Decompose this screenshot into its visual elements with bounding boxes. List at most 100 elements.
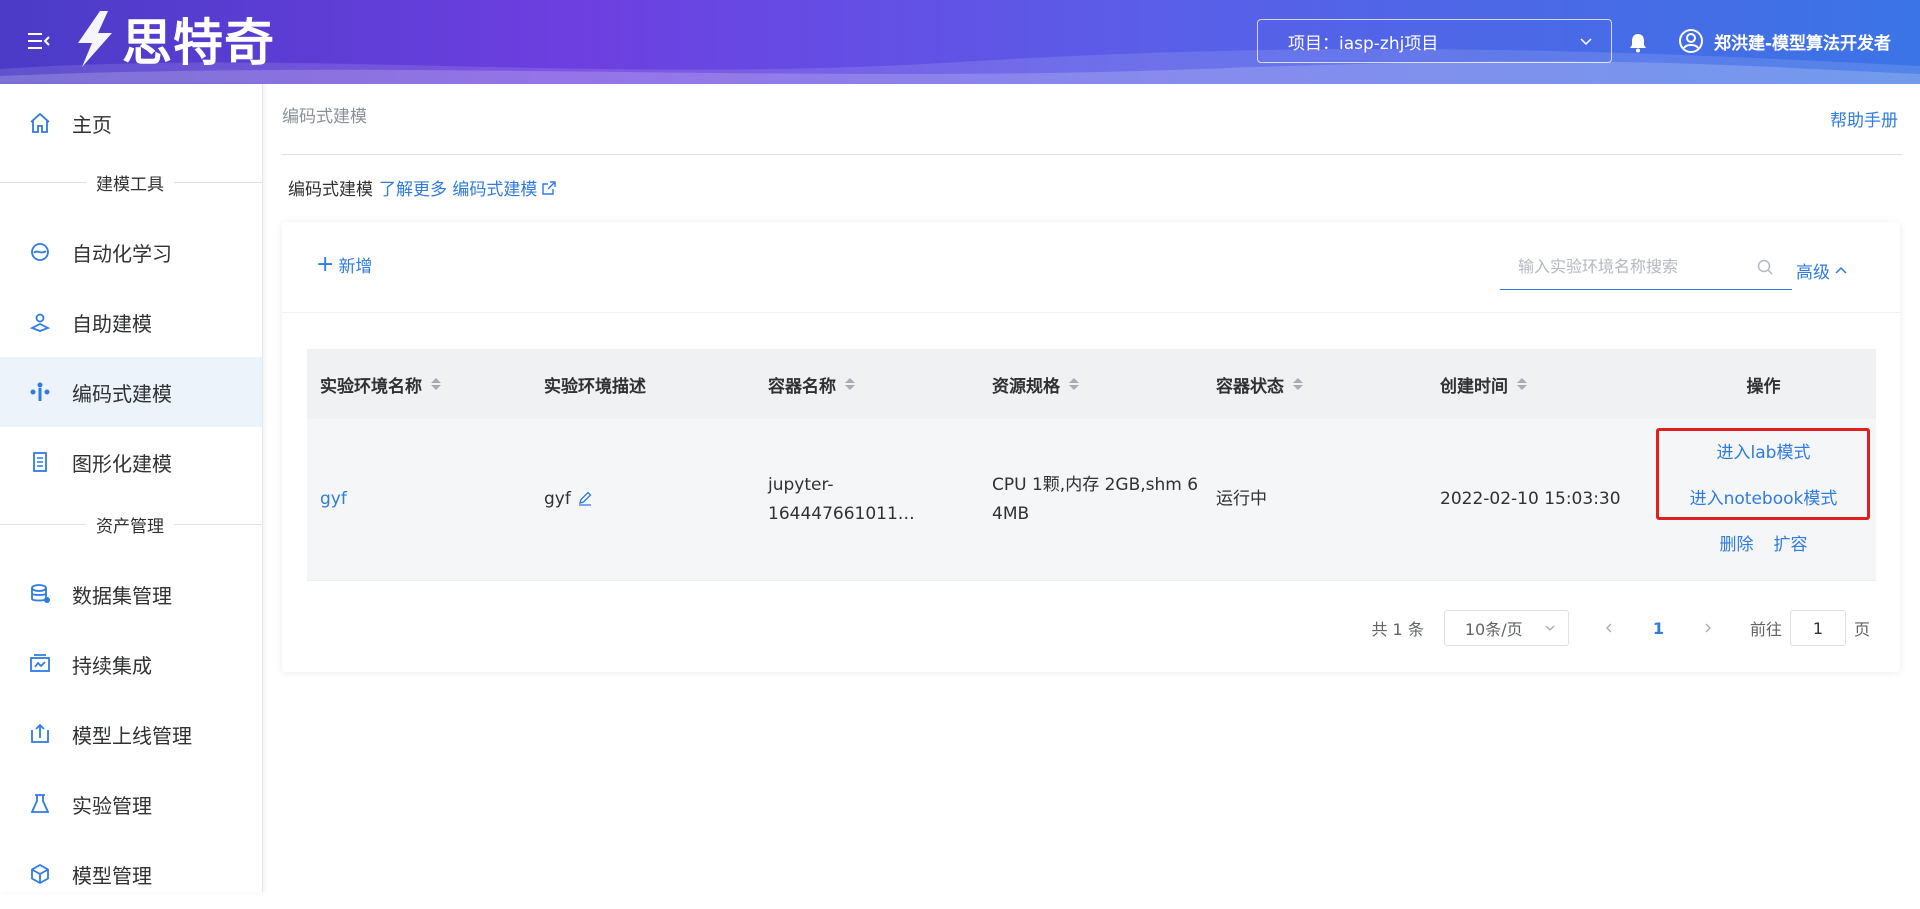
page-suffix: 页 — [1853, 620, 1870, 639]
search-box — [1500, 244, 1792, 290]
sidebar-item-label: 实验管理 — [72, 793, 152, 818]
intro-text: 编码式建模 — [288, 180, 373, 200]
chevron-left-icon — [1605, 623, 1612, 633]
sidebar-item-label: 主页 — [72, 112, 112, 137]
column-header-actions: 操作 — [1746, 376, 1781, 397]
delete-link[interactable]: 删除 — [1720, 524, 1754, 569]
toolbar-divider — [282, 312, 1900, 313]
help-manual-link[interactable]: 帮助手册 — [1830, 106, 1898, 131]
sidebar-item-deploy[interactable]: 模型上线管理 — [0, 699, 262, 769]
pagination: 共 1 条 10条/页 1 前往 页 — [1371, 610, 1870, 646]
expand-capacity-link[interactable]: 扩容 — [1774, 524, 1808, 569]
header-divider — [282, 154, 1902, 155]
sidebar-item-ci[interactable]: 持续集成 — [0, 629, 262, 699]
dataset-icon — [31, 584, 50, 603]
advanced-label: 高级 — [1796, 263, 1830, 283]
sort-icon[interactable] — [1293, 378, 1303, 390]
environment-list-card: + 新增 高级 实验环境名称 实验环境描述 容器名称 — [282, 222, 1900, 672]
sidebar-item-home[interactable]: 主页 — [0, 88, 262, 158]
next-page-button[interactable] — [1694, 614, 1722, 642]
project-select[interactable]: 项目：iasp-zhj项目 — [1257, 19, 1612, 63]
column-header-name[interactable]: 实验环境名称 — [307, 372, 531, 397]
page-size-select[interactable]: 10条/页 — [1443, 610, 1569, 646]
cell-status: 运行中 — [1216, 489, 1267, 509]
sort-icon[interactable] — [1069, 378, 1079, 390]
pagination-total: 共 1 条 — [1371, 620, 1424, 639]
model-icon — [31, 863, 49, 885]
cell-spec: CPU 1颗,内存 2GB,shm 6 4MB — [979, 471, 1203, 529]
ci-icon — [30, 654, 50, 672]
automl-icon — [31, 243, 49, 261]
sidebar-item-model[interactable]: 模型管理 — [0, 839, 262, 909]
column-header-container[interactable]: 容器名称 — [755, 372, 979, 397]
column-header-status[interactable]: 容器状态 — [1203, 372, 1427, 397]
sidebar-group-label: 资产管理 — [96, 516, 164, 537]
sidebar-group-modeling-tools: 建模工具 — [0, 172, 262, 195]
prev-page-button[interactable] — [1595, 614, 1623, 642]
chevron-right-icon — [1705, 623, 1711, 633]
sidebar-item-self-modeling[interactable]: 自助建模 — [0, 287, 262, 357]
sidebar-group-asset-management: 资产管理 — [0, 514, 262, 537]
user-menu[interactable]: 郑洪建-模型算法开发者 — [1678, 28, 1891, 54]
sort-icon[interactable] — [1517, 378, 1527, 390]
description-text: gyf — [544, 489, 571, 509]
user-avatar-icon — [1679, 29, 1703, 53]
sidebar-item-label: 持续集成 — [72, 653, 152, 678]
column-header-spec[interactable]: 资源规格 — [979, 372, 1203, 397]
search-icon[interactable] — [1756, 258, 1774, 276]
chevron-up-icon — [1835, 266, 1847, 274]
spec-line-2: 4MB — [992, 503, 1030, 524]
table-header: 实验环境名称 实验环境描述 容器名称 资源规格 容器状态 创建时间 操作 — [307, 349, 1876, 419]
sidebar-item-label: 编码式建模 — [72, 381, 172, 406]
menu-fold-icon[interactable] — [28, 32, 50, 50]
goto-page-input[interactable] — [1789, 610, 1846, 646]
sort-icon[interactable] — [845, 378, 855, 390]
code-modeling-icon — [30, 382, 50, 401]
cell-name: gyf — [307, 485, 531, 514]
graphical-modeling-icon — [33, 452, 47, 472]
brand-logo[interactable]: 思特奇 — [70, 6, 275, 72]
chevron-down-icon — [1545, 625, 1555, 631]
table-row: gyf gyf jupyter-164447661011… CPU 1颗,内存 … — [307, 419, 1876, 581]
add-button[interactable]: + 新增 — [316, 252, 372, 277]
sidebar-item-graphical-modeling[interactable]: 图形化建模 — [0, 427, 262, 497]
sidebar-item-dataset[interactable]: 数据集管理 — [0, 559, 262, 629]
home-icon — [30, 112, 50, 133]
logo-mark-icon — [78, 11, 112, 67]
bell-icon[interactable] — [1627, 31, 1649, 53]
sidebar-item-code-modeling[interactable]: 编码式建模 — [0, 357, 262, 427]
learn-more-link[interactable]: 了解更多 编码式建模 — [379, 175, 537, 200]
cell-created: 2022-02-10 15:03:30 — [1440, 489, 1621, 509]
breadcrumb: 编码式建模 — [282, 107, 367, 127]
sort-icon[interactable] — [431, 378, 441, 390]
page-size-value: 10条/页 — [1464, 620, 1523, 639]
sidebar-item-label: 自动化学习 — [72, 241, 172, 266]
cell-description: gyf — [531, 485, 755, 514]
experiment-icon — [30, 794, 50, 813]
top-header: 思特奇 项目：iasp-zhj项目 郑洪建-模型算法开发者 — [0, 0, 1920, 84]
column-header-created[interactable]: 创建时间 — [1427, 372, 1651, 397]
sidebar-item-experiment[interactable]: 实验管理 — [0, 769, 262, 839]
logo-text: 思特奇 — [122, 14, 275, 72]
sidebar-item-label: 自助建模 — [72, 311, 152, 336]
plus-icon: + — [316, 251, 335, 277]
advanced-search-toggle[interactable]: 高级 — [1796, 258, 1848, 283]
chevron-down-icon — [1580, 38, 1592, 46]
page-number[interactable]: 1 — [1653, 619, 1664, 638]
sidebar-item-automl[interactable]: 自动化学习 — [0, 217, 262, 287]
row-action-group: 删除 扩容 — [1720, 524, 1808, 569]
environment-name-link[interactable]: gyf — [320, 489, 347, 509]
self-modeling-icon — [29, 313, 51, 332]
environment-table: 实验环境名称 实验环境描述 容器名称 资源规格 容器状态 创建时间 操作 gyf… — [307, 349, 1876, 581]
external-link-icon[interactable] — [541, 180, 557, 196]
sidebar-item-label: 模型上线管理 — [72, 723, 192, 748]
add-button-label: 新增 — [338, 257, 373, 277]
sidebar-item-label: 数据集管理 — [72, 583, 172, 608]
sidebar-item-label: 模型管理 — [72, 863, 152, 888]
spec-line-1: CPU 1颗,内存 2GB,shm 6 — [992, 474, 1199, 495]
cell-actions: 进入lab模式 进入notebook模式 删除 扩容 — [1651, 428, 1876, 569]
page-intro: 编码式建模 了解更多 编码式建模 — [288, 175, 557, 200]
edit-icon[interactable] — [577, 490, 593, 506]
search-input[interactable] — [1518, 257, 1748, 276]
goto-label: 前往 — [1749, 620, 1782, 639]
